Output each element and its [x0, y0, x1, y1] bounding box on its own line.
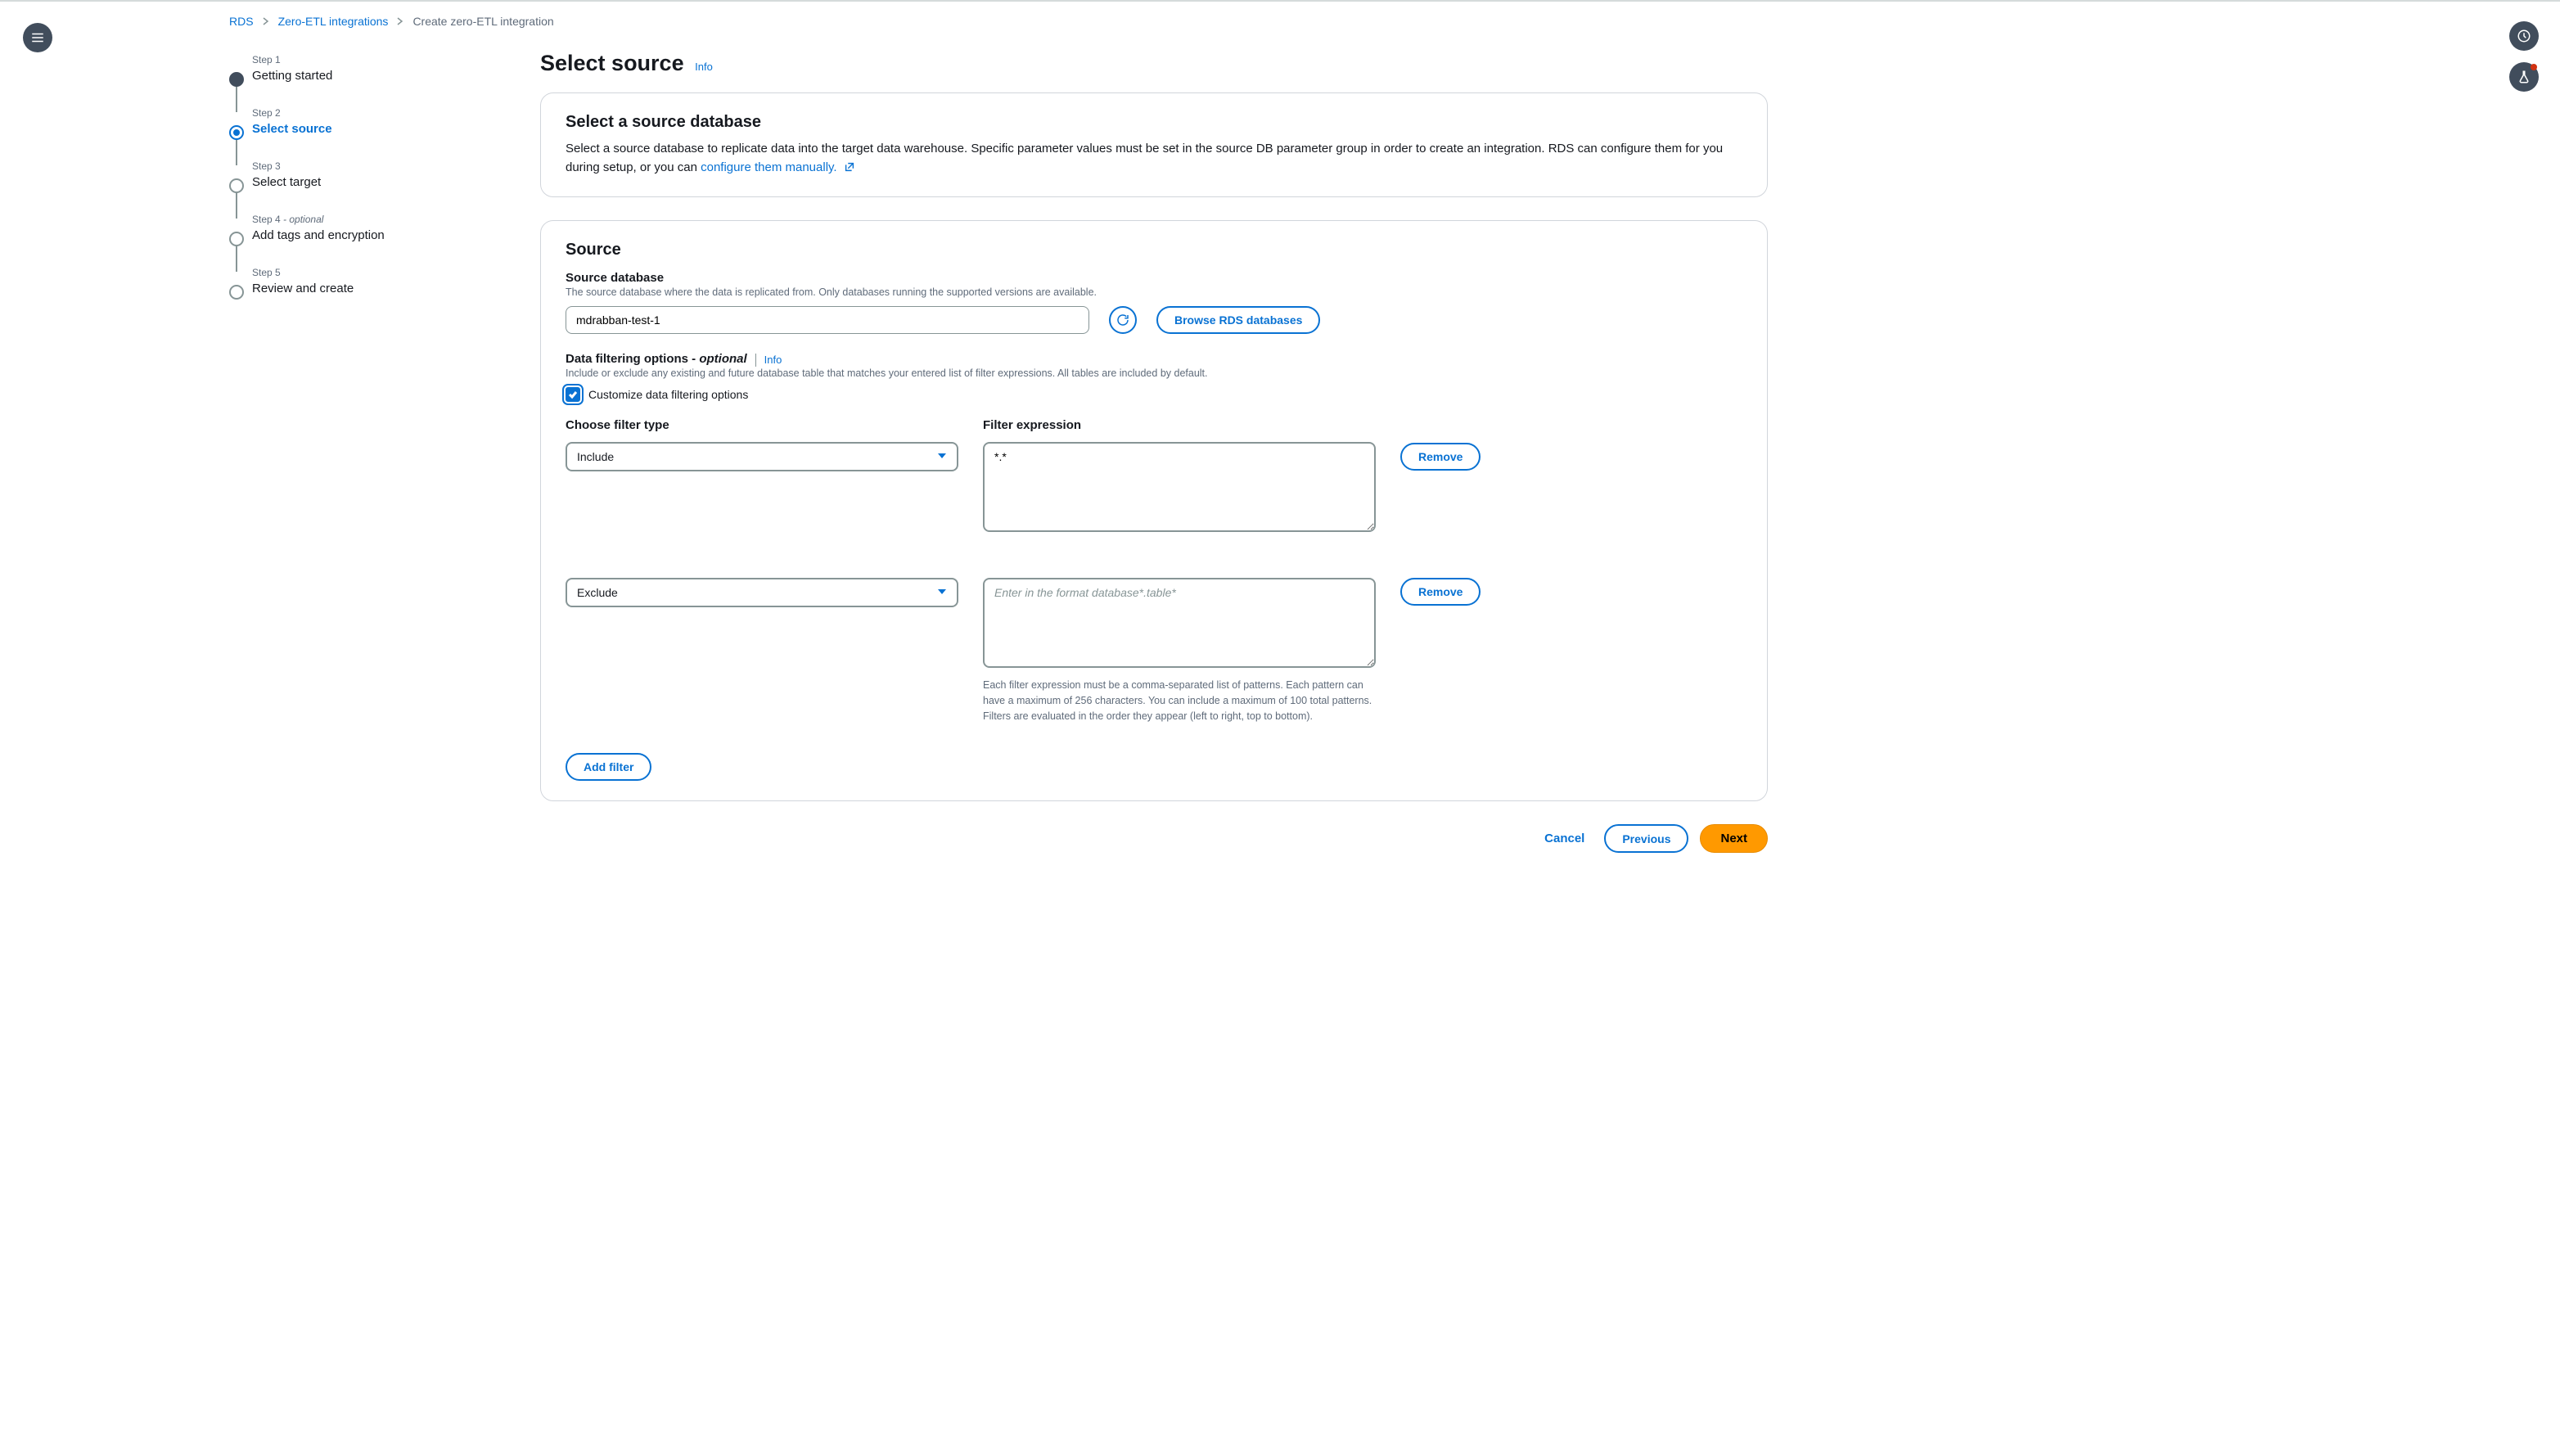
cloudshell-button[interactable] — [2509, 21, 2539, 51]
step-bullet-done-icon — [229, 72, 244, 87]
step-small-label: Step 3 — [252, 160, 475, 172]
chevron-right-icon — [396, 15, 404, 28]
data-filtering-hint: Include or exclude any existing and futu… — [566, 367, 1742, 379]
filter-type-value: Exclude — [577, 586, 618, 599]
filter-row: Choose filter type Include Filter expres… — [566, 418, 1742, 532]
hamburger-icon — [30, 30, 45, 45]
filter-expression-input[interactable] — [983, 442, 1376, 532]
customize-filtering-checkbox[interactable] — [566, 387, 580, 402]
step-add-tags[interactable]: Step 4 - optional Add tags and encryptio… — [229, 214, 475, 267]
customize-filtering-label: Customize data filtering options — [588, 388, 748, 401]
card-title: Select a source database — [566, 113, 1742, 132]
step-main-label: Select source — [252, 122, 475, 136]
step-main-label: Add tags and encryption — [252, 228, 475, 242]
remove-filter-button[interactable]: Remove — [1400, 443, 1481, 471]
step-review-create[interactable]: Step 5 Review and create — [229, 267, 475, 320]
flask-icon — [2517, 70, 2531, 84]
configure-manually-link[interactable]: configure them manually. — [701, 160, 855, 174]
step-main-label: Getting started — [252, 69, 475, 83]
remove-filter-button[interactable]: Remove — [1400, 578, 1481, 606]
step-small-label: Step 4 - optional — [252, 214, 475, 225]
breadcrumb-current: Create zero-ETL integration — [412, 15, 553, 28]
filter-type-value: Include — [577, 450, 614, 463]
filter-row: Exclude Each filter expression must be a… — [566, 578, 1742, 723]
feedback-button[interactable] — [2509, 62, 2539, 92]
source-db-input[interactable] — [566, 306, 1089, 334]
refresh-button[interactable] — [1109, 306, 1137, 334]
filter-type-header: Choose filter type — [566, 418, 958, 432]
breadcrumb: RDS Zero-ETL integrations Create zero-ET… — [229, 15, 2331, 28]
page-title: Select source Info — [540, 51, 1768, 76]
caret-down-icon — [937, 586, 947, 599]
step-bullet-icon — [229, 232, 244, 246]
step-getting-started[interactable]: Step 1 Getting started — [229, 54, 475, 107]
next-button[interactable]: Next — [1700, 824, 1768, 853]
caret-down-icon — [937, 450, 947, 463]
add-filter-button[interactable]: Add filter — [566, 753, 651, 781]
filter-type-select[interactable]: Exclude — [566, 578, 958, 607]
external-link-icon — [844, 160, 855, 172]
source-db-label: Source database — [566, 271, 1742, 285]
filter-expression-input[interactable] — [983, 578, 1376, 668]
data-filtering-info-link[interactable]: Info — [764, 354, 782, 366]
chevron-right-icon — [262, 15, 270, 28]
step-main-label: Review and create — [252, 282, 475, 295]
browse-rds-button[interactable]: Browse RDS databases — [1156, 306, 1320, 334]
step-small-label: Step 2 — [252, 107, 475, 119]
refresh-icon — [1115, 313, 1130, 327]
source-card: Source Source database The source databa… — [540, 220, 1768, 801]
step-select-source[interactable]: Step 2 Select source — [229, 107, 475, 160]
nav-hamburger[interactable] — [23, 23, 52, 52]
page-title-info-link[interactable]: Info — [695, 61, 713, 73]
wizard-footer: Cancel Previous Next — [540, 824, 1768, 853]
cancel-button[interactable]: Cancel — [1536, 824, 1593, 853]
wizard-steps: Step 1 Getting started Step 2 Select sou… — [229, 51, 475, 853]
step-bullet-active-icon — [229, 125, 244, 140]
card-description: Select a source database to replicate da… — [566, 140, 1742, 177]
card-title: Source — [566, 241, 1742, 259]
filter-constraint-text: Each filter expression must be a comma-s… — [983, 678, 1376, 723]
step-bullet-icon — [229, 285, 244, 300]
clock-icon — [2517, 29, 2531, 43]
check-icon — [568, 390, 578, 399]
step-small-label: Step 1 — [252, 54, 475, 65]
filter-expression-header: Filter expression — [983, 418, 1376, 432]
previous-button[interactable]: Previous — [1604, 824, 1688, 853]
step-bullet-icon — [229, 178, 244, 193]
notification-dot — [2531, 64, 2537, 70]
step-small-label: Step 5 — [252, 267, 475, 278]
data-filtering-title: Data filtering options - optional — [566, 352, 747, 366]
breadcrumb-zero-etl[interactable]: Zero-ETL integrations — [278, 15, 389, 28]
divider — [755, 354, 756, 367]
filter-type-select[interactable]: Include — [566, 442, 958, 471]
step-select-target[interactable]: Step 3 Select target — [229, 160, 475, 214]
select-source-db-card: Select a source database Select a source… — [540, 92, 1768, 197]
breadcrumb-rds[interactable]: RDS — [229, 15, 254, 28]
source-db-hint: The source database where the data is re… — [566, 286, 1742, 298]
step-main-label: Select target — [252, 175, 475, 189]
